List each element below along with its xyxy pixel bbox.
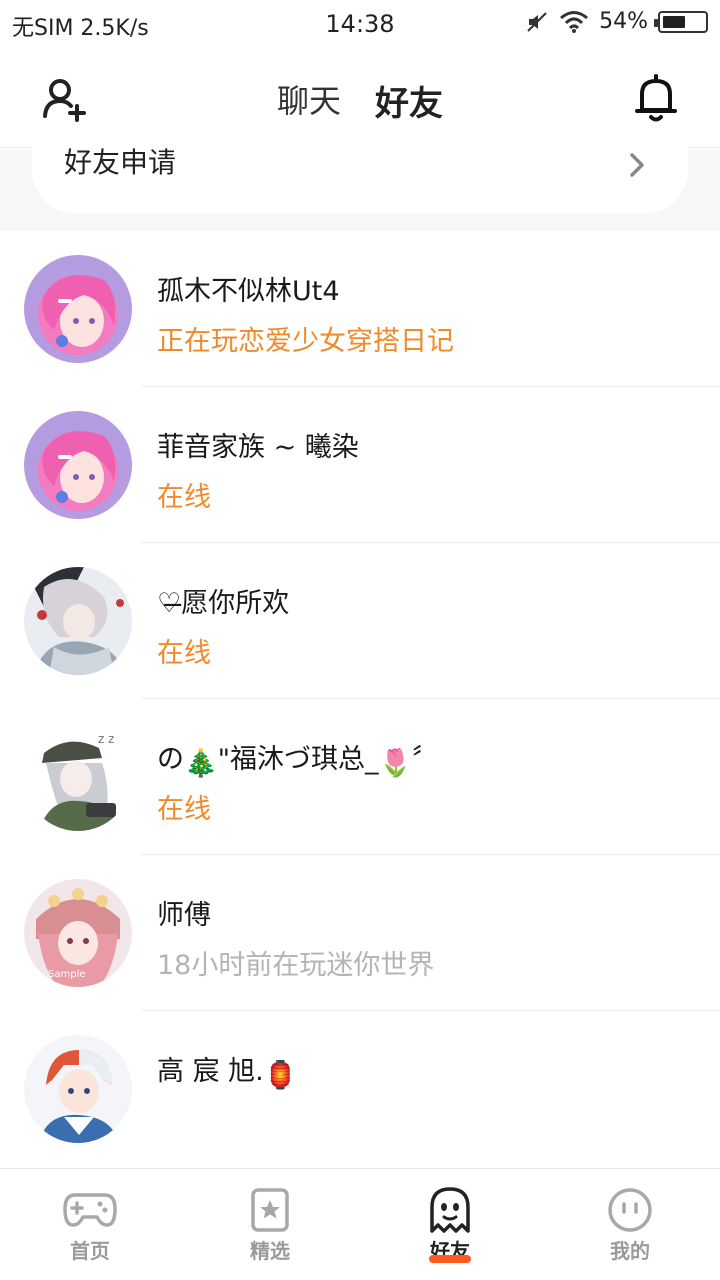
face-icon	[608, 1188, 652, 1232]
nav-featured-label: 精选	[250, 1239, 290, 1263]
list-item[interactable]: 菲音家族 ~ 曦染 在线	[0, 387, 720, 543]
status-icons: 54%	[525, 9, 708, 34]
friend-name: 菲音家族 ~ 曦染	[157, 432, 359, 463]
name-suffix: 〞	[412, 744, 440, 775]
svg-text:Sample: Sample	[48, 969, 86, 980]
friend-name: 师傅	[157, 900, 211, 931]
friend-name: 孤木不似林Ut4	[157, 276, 340, 307]
bell-icon[interactable]	[632, 72, 680, 124]
list-item[interactable]: 孤木不似林Ut4 正在玩恋爱少女穿搭日记	[0, 231, 720, 387]
friend-name: の🎄"福沐づ琪总_🌷〞	[157, 737, 439, 779]
avatar[interactable]	[24, 1035, 132, 1143]
name-mid: "福沐づ琪总_	[217, 744, 379, 775]
nav-featured[interactable]: 精选	[180, 1169, 360, 1280]
nav-friends[interactable]: 好友	[360, 1169, 540, 1280]
friend-status: 正在玩恋爱少女穿搭日记	[157, 326, 454, 357]
lantern-icon: 🏮	[263, 1060, 298, 1091]
friend-request-label: 好友申请	[64, 146, 177, 179]
list-item[interactable]: 高 宸 旭.🏮	[0, 1011, 720, 1167]
header-tabs: 聊天 好友	[0, 76, 720, 153]
star-bookmark-icon	[251, 1188, 289, 1232]
nav-home[interactable]: 首页	[0, 1169, 180, 1280]
battery-percent: 54%	[599, 9, 648, 34]
tulip-icon: 🌷	[378, 748, 413, 779]
christmas-tree-icon: 🎄	[184, 748, 218, 779]
friend-status: 18小时前在玩迷你世界	[157, 950, 435, 981]
gamepad-icon	[63, 1193, 117, 1227]
mute-icon	[527, 11, 547, 32]
chevron-right-icon	[630, 153, 644, 177]
ghost-icon	[430, 1187, 470, 1233]
friend-status: 在线	[157, 638, 211, 669]
name-prefix: の	[157, 744, 184, 775]
avatar[interactable]: Sample	[24, 879, 132, 987]
nav-active-indicator	[429, 1255, 471, 1263]
nav-me-label: 我的	[610, 1239, 650, 1263]
tab-friends-label: 好友	[375, 84, 443, 124]
bottom-nav: 首页 精选 好友 我的	[0, 1168, 720, 1280]
friend-name: 高 宸 旭.🏮	[157, 1049, 297, 1091]
avatar[interactable]	[24, 255, 132, 363]
avatar[interactable]: z z	[24, 723, 132, 831]
list-item[interactable]: z z の🎄"福沐づ琪总_🌷〞 在线	[0, 699, 720, 855]
wifi-icon	[560, 10, 589, 33]
friend-name: ♡̶愿你所欢	[157, 588, 290, 619]
name-text: 高 宸 旭.	[157, 1056, 264, 1087]
tab-chat[interactable]: 聊天	[277, 76, 341, 125]
nav-me[interactable]: 我的	[540, 1169, 720, 1280]
avatar[interactable]	[24, 567, 132, 675]
status-bar: 无SIM 2.5K/s 14:38 54%	[0, 0, 720, 50]
avatar[interactable]	[24, 411, 132, 519]
list-item[interactable]: ♡̶愿你所欢 在线	[0, 543, 720, 699]
battery-fill	[663, 15, 685, 28]
friend-request-row[interactable]: 好友申请	[32, 129, 688, 213]
friend-status: 在线	[157, 794, 211, 825]
tab-friends[interactable]: 好友	[375, 76, 443, 153]
svg-text:z z: z z	[98, 732, 114, 746]
friends-list: 孤木不似林Ut4 正在玩恋爱少女穿搭日记 菲音家族 ~ 曦染 在线 ♡̶愿你所欢…	[0, 231, 720, 1167]
friend-status: 在线	[157, 482, 211, 513]
battery-icon	[654, 10, 708, 33]
nav-home-label: 首页	[70, 1239, 110, 1263]
list-item[interactable]: Sample 师傅 18小时前在玩迷你世界	[0, 855, 720, 1011]
friend-request-section: 好友申请	[0, 129, 720, 231]
